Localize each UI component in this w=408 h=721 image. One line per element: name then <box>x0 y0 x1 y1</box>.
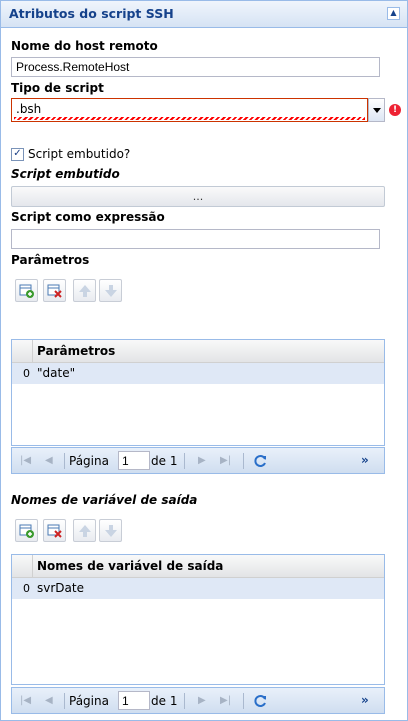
script-type-value: .bsh <box>16 102 42 116</box>
prev-page-icon[interactable]: ◀ <box>45 695 53 706</box>
page-number-input[interactable] <box>118 451 150 470</box>
row-number: 0 <box>23 367 30 380</box>
ssh-script-attributes-panel: Atributos do script SSH ▲ Nome do host r… <box>0 0 408 721</box>
column-divider <box>32 555 33 577</box>
parameters-pager: |◀ ◀ Página de 1 ▶ ▶| » <box>11 447 385 474</box>
delete-row-icon[interactable] <box>43 279 66 302</box>
grid-header: Parâmetros <box>12 340 384 363</box>
script-embedded-checkbox[interactable]: ✓ <box>11 148 24 161</box>
move-up-icon[interactable] <box>73 279 96 302</box>
last-page-icon[interactable]: ▶| <box>220 455 231 466</box>
parameters-grid: Parâmetros 0 "date" <box>11 339 385 446</box>
remote-host-input[interactable] <box>11 57 380 77</box>
page-of-label: de 1 <box>151 454 178 468</box>
script-expression-input[interactable] <box>11 229 380 249</box>
table-row[interactable]: 0 "date" <box>12 363 384 384</box>
script-type-combo[interactable]: .bsh <box>11 98 385 122</box>
move-down-icon[interactable] <box>99 279 122 302</box>
add-row-icon[interactable] <box>15 279 38 302</box>
script-editor-button[interactable]: ... <box>11 186 385 207</box>
script-embedded-checkbox-label: Script embutido? <box>28 147 131 161</box>
refresh-icon[interactable] <box>252 453 268 472</box>
first-page-icon[interactable]: |◀ <box>20 695 31 706</box>
output-vars-section-label: Nomes de variável de saída <box>11 493 198 507</box>
column-header-parameters[interactable]: Parâmetros <box>37 344 115 358</box>
parameters-section-label: Parâmetros <box>11 253 90 267</box>
collapse-up-icon[interactable]: ▲ <box>387 7 400 20</box>
prev-page-icon[interactable]: ◀ <box>45 455 53 466</box>
page-of-label: de 1 <box>151 694 178 708</box>
pager-separator <box>64 693 65 709</box>
pager-separator <box>64 453 65 469</box>
script-type-input[interactable]: .bsh <box>11 98 368 122</box>
add-row-icon[interactable] <box>15 519 38 542</box>
next-page-icon[interactable]: ▶ <box>198 695 206 706</box>
move-down-icon[interactable] <box>99 519 122 542</box>
page-label: Página <box>69 454 109 468</box>
row-value[interactable]: svrDate <box>37 581 84 595</box>
script-expression-label: Script como expressão <box>11 210 165 224</box>
error-icon: ! <box>389 104 401 116</box>
column-header-output-vars[interactable]: Nomes de variável de saída <box>37 559 223 573</box>
output-vars-pager: |◀ ◀ Página de 1 ▶ ▶| » <box>11 687 385 714</box>
page-label: Página <box>69 694 109 708</box>
more-icon[interactable]: » <box>361 693 369 707</box>
page-number-input[interactable] <box>118 691 150 710</box>
pager-separator <box>243 693 244 709</box>
grid-header: Nomes de variável de saída <box>12 555 384 578</box>
panel-title: Atributos do script SSH <box>9 6 174 21</box>
next-page-icon[interactable]: ▶ <box>198 455 206 466</box>
pager-separator <box>243 453 244 469</box>
output-vars-grid: Nomes de variável de saída 0 svrDate <box>11 554 385 685</box>
row-number: 0 <box>23 582 30 595</box>
last-page-icon[interactable]: ▶| <box>220 695 231 706</box>
more-icon[interactable]: » <box>361 453 369 467</box>
move-up-icon[interactable] <box>73 519 96 542</box>
pager-separator <box>184 693 185 709</box>
dropdown-arrow-icon[interactable] <box>368 98 385 122</box>
column-divider <box>32 340 33 362</box>
invalid-underline <box>14 117 365 120</box>
remote-host-label: Nome do host remoto <box>11 39 158 53</box>
script-type-label: Tipo de script <box>11 81 104 95</box>
refresh-icon[interactable] <box>252 693 268 712</box>
row-value[interactable]: "date" <box>37 366 75 380</box>
panel-header: Atributos do script SSH ▲ <box>1 1 407 28</box>
first-page-icon[interactable]: |◀ <box>20 455 31 466</box>
table-row[interactable]: 0 svrDate <box>12 578 384 599</box>
delete-row-icon[interactable] <box>43 519 66 542</box>
script-embedded-label: Script embutido <box>11 167 120 181</box>
pager-separator <box>184 453 185 469</box>
